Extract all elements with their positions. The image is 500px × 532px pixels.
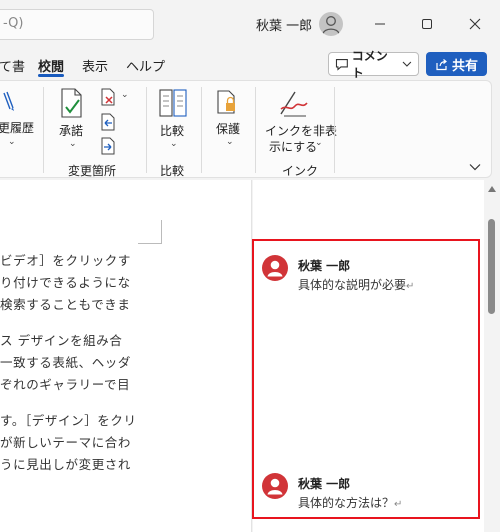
ribbon-tabs: て書 校閲 表示 ヘルプ (0, 48, 500, 80)
reject-icon[interactable] (100, 88, 116, 106)
protect-button[interactable]: 保護 (216, 120, 240, 137)
comment-avatar (262, 255, 288, 281)
hide-ink-button-line1[interactable]: インクを非表 (265, 122, 337, 139)
chevron-down-icon (402, 61, 412, 67)
comments-button[interactable]: コメント (328, 49, 419, 80)
close-button[interactable] (455, 10, 495, 38)
next-change-icon[interactable] (100, 137, 116, 155)
compare-icon[interactable] (158, 87, 188, 119)
tab-view[interactable]: 表示 (82, 56, 108, 75)
minimize-icon (375, 23, 385, 25)
document-line: 一致する表紙、ヘッダ (0, 355, 132, 370)
group-label-changes: 変更箇所 (68, 164, 117, 178)
maximize-button[interactable] (407, 10, 447, 38)
comment-author: 秋葉 一郎 (298, 477, 351, 491)
paragraph-mark-icon: ↵ (394, 499, 403, 510)
share-button[interactable]: 共有 (426, 52, 487, 76)
group-separator (334, 87, 335, 173)
share-button-label: 共有 (451, 58, 478, 74)
track-changes-button[interactable]: 更履歴 (0, 119, 34, 136)
user-name: 秋葉 一郎 (256, 19, 313, 34)
comments-button-label: コメント (351, 49, 388, 80)
comment-body: 具体的な方法は？ (298, 496, 395, 510)
collapse-ribbon-icon[interactable] (469, 163, 481, 171)
title-bar: -Q) 秋葉 一郎 (0, 0, 500, 48)
group-separator (255, 87, 256, 173)
comment-avatar (262, 473, 288, 499)
group-separator (201, 87, 202, 173)
document-line: が新しいテーマに合わ (0, 435, 132, 450)
chevron-down-icon[interactable]: ⌄ (121, 90, 129, 100)
document-line: ビデオ］をクリックす (0, 253, 132, 268)
group-label-ink: インク (282, 164, 319, 178)
accept-button[interactable]: 承諾 (59, 122, 83, 139)
chevron-down-icon: ⌄ (8, 137, 16, 147)
comment-text: 具体的な方法は？↵ (298, 494, 402, 511)
maximize-icon (422, 19, 432, 29)
scroll-thumb[interactable] (488, 219, 495, 314)
share-icon (436, 58, 447, 70)
user-avatar-icon[interactable] (319, 12, 343, 36)
document-line: り付けできるようにな (0, 275, 131, 290)
tab-references[interactable]: て書 (0, 56, 25, 75)
close-icon (469, 18, 481, 30)
hide-ink-button-line2[interactable]: 示にする (269, 138, 317, 155)
chevron-down-icon: ⌄ (170, 139, 178, 149)
document-page[interactable]: ビデオ］をクリックす り付けできるようにな 検索することもできまス デザインを組み合… (0, 180, 252, 532)
minimize-button[interactable] (360, 10, 400, 38)
comment-icon (335, 58, 348, 71)
track-changes-icon (3, 91, 14, 111)
comment-author: 秋葉 一郎 (298, 259, 351, 273)
group-separator (43, 87, 44, 173)
accept-icon[interactable] (58, 87, 86, 121)
group-separator (146, 87, 147, 173)
document-line: うに見出しが変更され (0, 457, 132, 472)
tab-help[interactable]: ヘルプ (126, 56, 165, 75)
group-label-compare: 比較 (160, 164, 185, 178)
page-margin-marker (138, 220, 162, 244)
document-line: ス デザインを組み合 (0, 333, 123, 348)
vertical-scrollbar[interactable] (484, 180, 500, 532)
paragraph-mark-icon: ↵ (406, 281, 415, 292)
chevron-down-icon: ⌄ (226, 137, 234, 147)
scroll-up-icon[interactable] (488, 186, 496, 192)
comment-text: 具体的な説明が必要↵ (298, 276, 414, 293)
protect-icon[interactable] (216, 89, 238, 115)
compare-button[interactable]: 比較 (160, 122, 184, 139)
previous-change-icon[interactable] (100, 113, 116, 131)
chevron-down-icon: ⌄ (315, 138, 323, 148)
document-line: 検索することもできま (0, 297, 131, 312)
document-line: ぞれのギャラリーで目 (0, 377, 131, 392)
chevron-down-icon: ⌄ (69, 139, 77, 149)
search-box[interactable]: -Q) (0, 9, 154, 40)
search-box-text: -Q) (3, 16, 24, 31)
hide-ink-icon[interactable] (278, 87, 310, 119)
document-line: す。［デザイン］をクリ (0, 413, 137, 428)
tab-review[interactable]: 校閲 (38, 56, 64, 75)
active-tab-indicator (38, 74, 64, 77)
ribbon: 更履歴 ⌄ 承諾 ⌄ ⌄ 変更箇所 比較 ⌄ 比較 保護 ⌄ インクを非表 示に… (0, 80, 492, 178)
comment-body: 具体的な説明が必要 (298, 278, 407, 292)
